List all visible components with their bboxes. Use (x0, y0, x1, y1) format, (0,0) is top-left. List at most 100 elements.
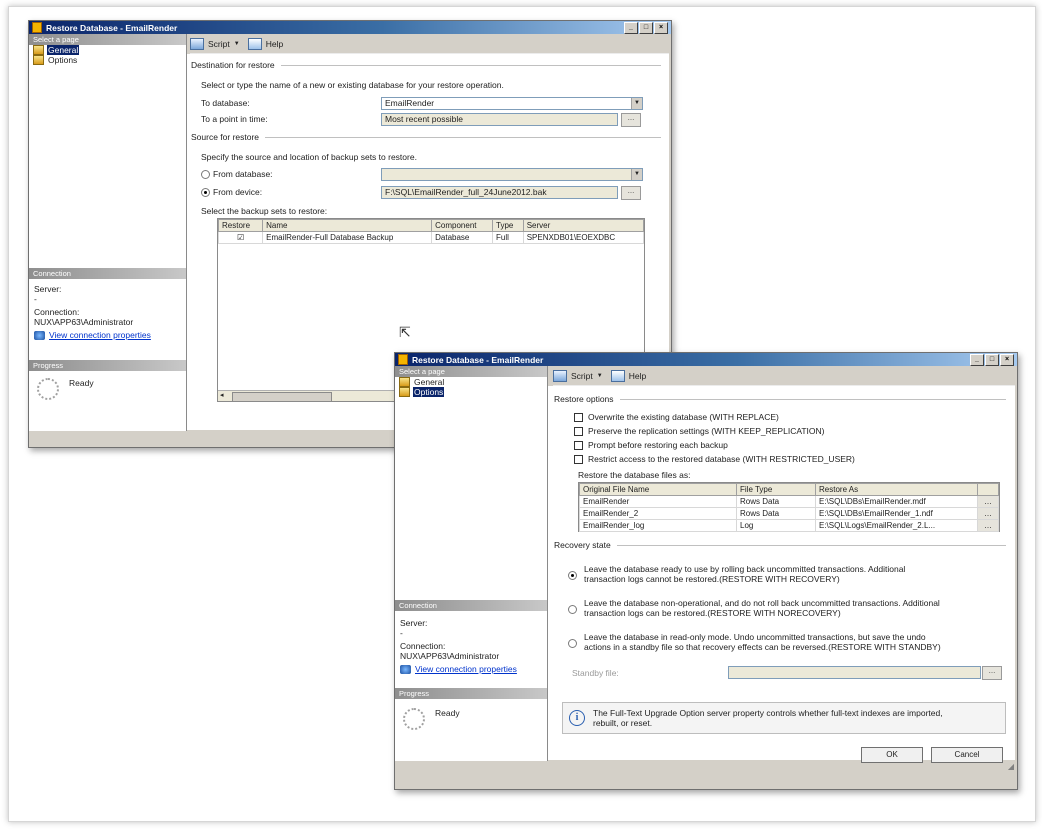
page-icon (399, 377, 410, 387)
column-header-original-file[interactable]: Original File Name (579, 483, 737, 496)
overwrite-checkbox[interactable] (574, 413, 583, 422)
chevron-down-icon[interactable]: ▼ (597, 373, 603, 379)
backup-server-cell: SPENXDB01\EOEXDBC (522, 231, 645, 244)
script-icon (553, 370, 567, 382)
page-item-label: General (414, 377, 445, 387)
close-button[interactable]: × (1000, 353, 1014, 366)
column-header-name[interactable]: Name (262, 219, 433, 232)
point-in-time-browse-button[interactable]: … (621, 113, 641, 127)
help-icon (247, 38, 262, 50)
chevron-down-icon[interactable]: ▼ (631, 98, 642, 109)
page-item-options[interactable]: Options (29, 55, 186, 65)
connection-value: NUX\APP63\Administrator (400, 651, 500, 661)
original-file-cell: EmailRender_2 (579, 507, 737, 520)
from-device-radio[interactable] (201, 188, 210, 197)
restricted-user-label: Restrict access to the restored database… (588, 454, 855, 464)
restore-as-cell[interactable]: E:\SQL\DBs\EmailRender.mdf (815, 495, 978, 508)
connection-icon (34, 330, 45, 340)
backup-sets-label: Select the backup sets to restore: (201, 206, 328, 216)
server-label: Server: (34, 284, 62, 294)
to-database-combobox[interactable]: EmailRender ▼ (381, 97, 643, 110)
from-device-browse-button[interactable]: … (621, 186, 641, 200)
from-database-combobox[interactable]: ▼ (381, 168, 643, 181)
info-icon: i (569, 710, 585, 726)
standby-file-field[interactable] (728, 666, 981, 679)
maximize-button[interactable]: □ (985, 353, 999, 366)
row-browse-button[interactable]: … (977, 507, 999, 520)
chevron-down-icon[interactable]: ▼ (631, 169, 642, 180)
script-button[interactable]: Script (208, 39, 230, 49)
from-device-label: From device: (213, 187, 263, 197)
app-icon (32, 22, 42, 33)
standby-file-label: Standby file: (572, 668, 619, 678)
recovery-state-header-label: Recovery state (554, 540, 611, 550)
table-row[interactable]: ☑ EmailRender-Full Database Backup Datab… (217, 231, 645, 244)
table-row[interactable]: EmailRender Rows Data E:\SQL\DBs\EmailRe… (579, 495, 999, 508)
column-header-file-type[interactable]: File Type (736, 483, 816, 496)
title-bar[interactable]: Restore Database - EmailRender _ □ × (29, 21, 671, 34)
page-item-label: General (47, 45, 80, 55)
minimize-button[interactable]: _ (970, 353, 984, 366)
from-device-field: F:\SQL\EmailRender_full_24June2012.bak (381, 186, 618, 199)
left-pane: Select a page General Options Connection… (29, 34, 187, 431)
from-database-radio[interactable] (201, 170, 210, 179)
backup-component-cell: Database (431, 231, 494, 244)
chevron-down-icon[interactable]: ▼ (234, 41, 240, 47)
restore-files-grid[interactable]: Original File Name File Type Restore As … (578, 482, 1000, 532)
original-file-cell: EmailRender (579, 495, 737, 508)
restricted-user-checkbox[interactable] (574, 455, 583, 464)
table-row[interactable]: EmailRender_2 Rows Data E:\SQL\DBs\Email… (579, 507, 999, 520)
ok-button[interactable]: OK (861, 747, 923, 763)
minimize-button[interactable]: _ (624, 21, 638, 34)
connection-header: Connection (395, 600, 547, 611)
scroll-left-arrow-icon[interactable]: ◂ (220, 391, 224, 399)
help-button[interactable]: Help (266, 39, 283, 49)
point-in-time-field: Most recent possible (381, 113, 618, 126)
row-browse-button[interactable]: … (977, 519, 999, 532)
help-button[interactable]: Help (629, 371, 646, 381)
resize-grip-icon[interactable]: ◢ (1008, 762, 1014, 771)
keep-replication-checkbox[interactable] (574, 427, 583, 436)
restore-checkbox[interactable]: ☑ (217, 231, 264, 244)
info-line1: The Full-Text Upgrade Option server prop… (593, 708, 943, 718)
view-connection-properties-link[interactable]: View connection properties (49, 330, 151, 340)
column-header-browse (977, 483, 999, 496)
maximize-button[interactable]: □ (639, 21, 653, 34)
restore-as-cell[interactable]: E:\SQL\DBs\EmailRender_1.ndf (815, 507, 978, 520)
restore-options-header-label: Restore options (554, 394, 614, 404)
source-header-label: Source for restore (191, 132, 260, 142)
column-header-type[interactable]: Type (492, 219, 524, 232)
row-browse-button[interactable]: … (977, 495, 999, 508)
standby-radio[interactable] (568, 639, 577, 648)
script-button[interactable]: Script (571, 371, 593, 381)
connection-icon (400, 664, 411, 674)
view-connection-properties-link[interactable]: View connection properties (415, 664, 517, 674)
spinner-icon (403, 708, 425, 730)
restore-files-label: Restore the database files as: (578, 470, 691, 480)
recovery-radio[interactable] (568, 571, 577, 580)
page-item-options[interactable]: Options (395, 387, 547, 397)
file-type-cell: Rows Data (736, 495, 816, 508)
table-row[interactable]: EmailRender_log Log E:\SQL\Logs\EmailRen… (579, 519, 999, 532)
select-page-header: Select a page (29, 34, 186, 45)
close-button[interactable]: × (654, 21, 668, 34)
point-in-time-label: To a point in time: (201, 114, 268, 124)
standby-file-browse-button[interactable]: … (982, 666, 1002, 680)
cancel-button[interactable]: Cancel (931, 747, 1003, 763)
column-header-restore[interactable]: Restore (217, 219, 264, 232)
keep-replication-label: Preserve the replication settings (WITH … (588, 426, 825, 436)
column-header-server[interactable]: Server (522, 219, 645, 232)
page-item-general[interactable]: General (395, 377, 547, 387)
column-header-component[interactable]: Component (431, 219, 494, 232)
page-item-general[interactable]: General (29, 45, 186, 55)
prompt-before-restore-checkbox[interactable] (574, 441, 583, 450)
progress-header: Progress (395, 688, 547, 699)
norecovery-radio[interactable] (568, 605, 577, 614)
norecovery-option-line1: Leave the database non-operational, and … (584, 598, 940, 608)
scrollbar-thumb[interactable] (232, 392, 332, 402)
left-pane: Select a page General Options Connection… (395, 366, 548, 761)
title-bar[interactable]: Restore Database - EmailRender _ □ × (395, 353, 1017, 366)
column-header-restore-as[interactable]: Restore As (815, 483, 978, 496)
restore-as-cell[interactable]: E:\SQL\Logs\EmailRender_2.L... (815, 519, 978, 532)
to-database-value: EmailRender (385, 98, 435, 108)
